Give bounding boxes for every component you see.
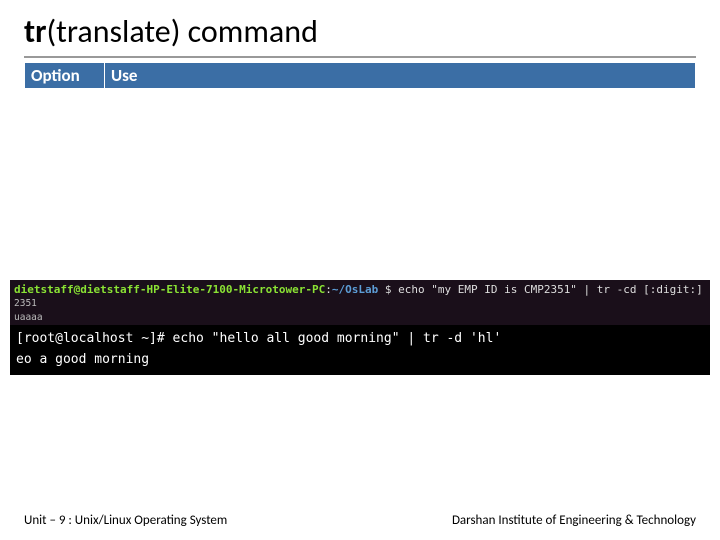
terminal-sep: : bbox=[325, 283, 332, 296]
slide-footer: Unit – 9 : Unix/Linux Operating System D… bbox=[24, 513, 696, 528]
terminal-cmd: echo "my EMP ID is CMP2351" | tr -cd [:d… bbox=[398, 283, 703, 296]
header-option: Option bbox=[25, 63, 105, 88]
slide-title: tr(translate) command bbox=[24, 12, 318, 51]
title-underline bbox=[24, 56, 696, 58]
terminal-output-1: 2351 bbox=[14, 297, 706, 310]
terminal-output: eo a good morning bbox=[16, 350, 704, 371]
title-command: tr bbox=[24, 12, 46, 51]
title-rest: (translate) command bbox=[46, 12, 317, 51]
terminal-line: dietstaff@dietstaff-HP-Elite-7100-Microt… bbox=[14, 282, 706, 297]
terminal-output-2: uaaaa bbox=[14, 311, 706, 324]
options-table: Option Use bbox=[24, 62, 696, 89]
terminal-prompt: $ bbox=[385, 283, 392, 296]
terminal-screenshot-2: [root@localhost ~]# echo "hello all good… bbox=[10, 325, 710, 375]
terminal-line: [root@localhost ~]# echo "hello all good… bbox=[16, 329, 704, 350]
footer-right: Darshan Institute of Engineering & Techn… bbox=[452, 513, 696, 528]
header-use: Use bbox=[105, 63, 695, 88]
terminal-cmd: echo "hello all good morning" | tr -d 'h… bbox=[173, 331, 502, 346]
terminal-screenshot-1: dietstaff@dietstaff-HP-Elite-7100-Microt… bbox=[10, 280, 710, 326]
table-header-row: Option Use bbox=[24, 62, 696, 89]
terminal-userhost: dietstaff@dietstaff-HP-Elite-7100-Microt… bbox=[14, 283, 325, 296]
footer-left: Unit – 9 : Unix/Linux Operating System bbox=[24, 513, 227, 528]
terminal-path: ~/OsLab bbox=[332, 283, 378, 296]
terminal-prompt: [root@localhost ~]# bbox=[16, 331, 165, 346]
